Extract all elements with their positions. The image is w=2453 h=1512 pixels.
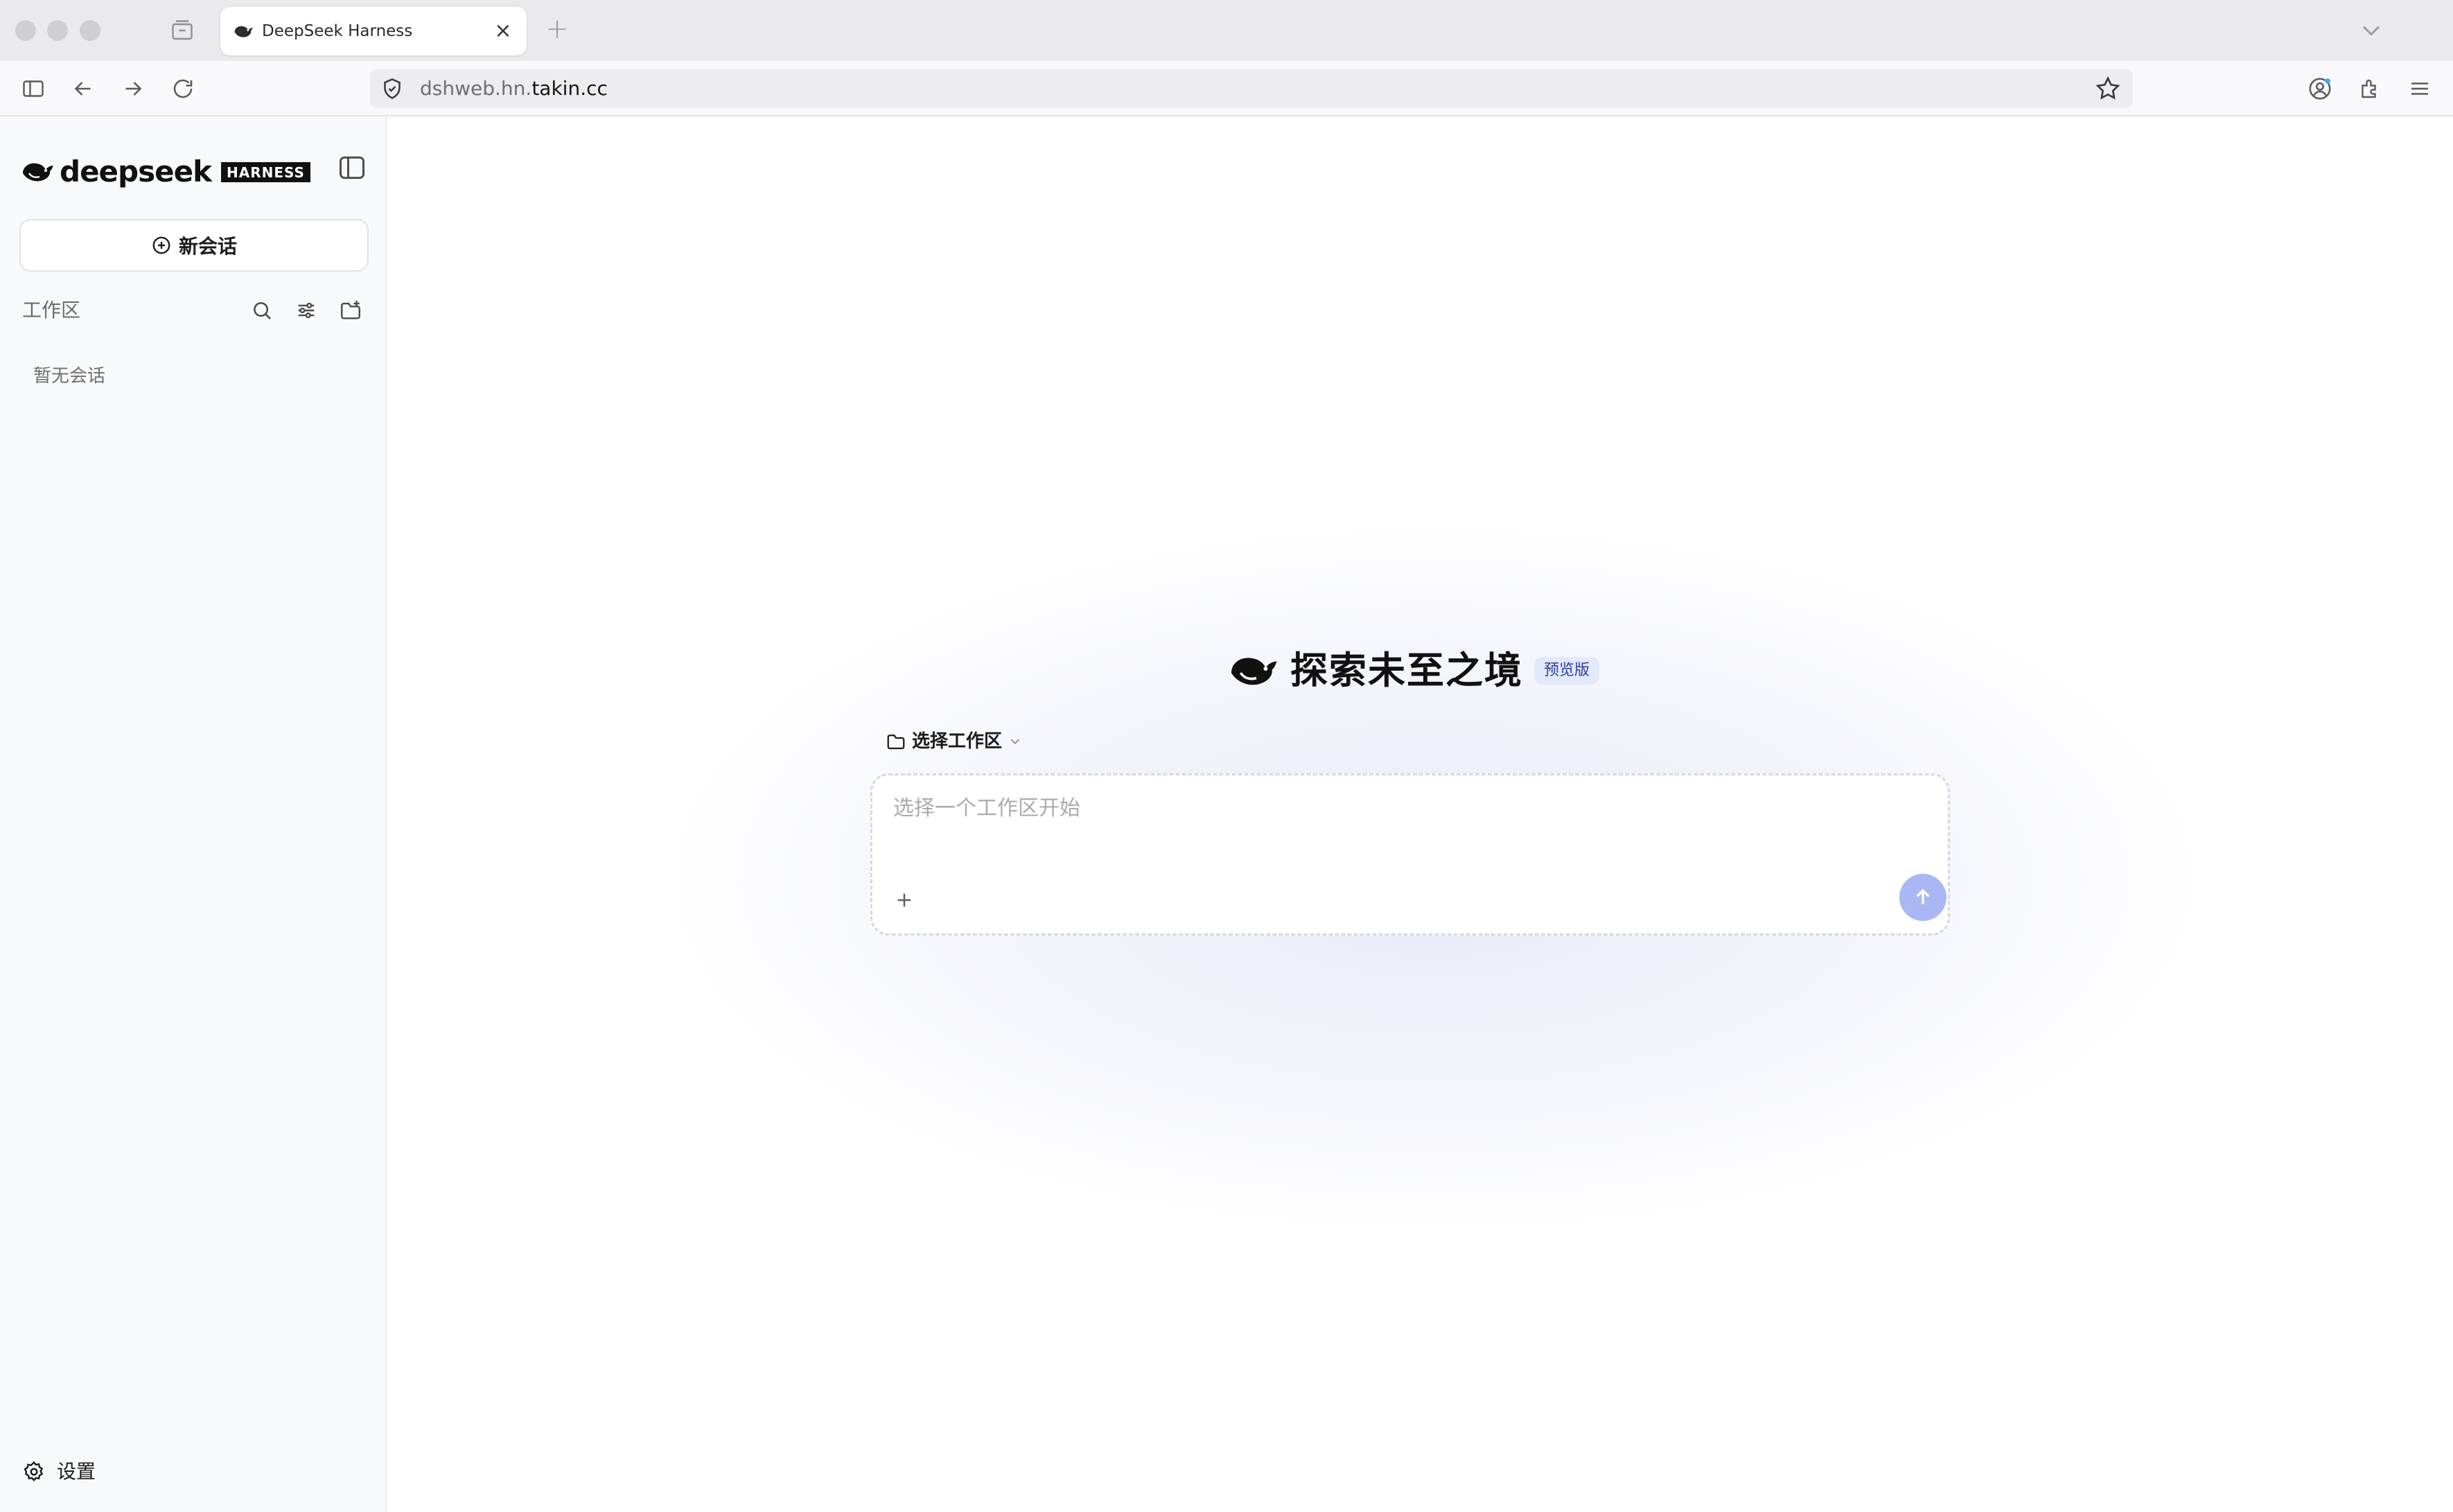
preview-badge: 预览版 [1534,657,1600,685]
workspace-section-label: 工作区 [22,299,81,322]
forward-arrow-icon[interactable] [118,73,148,104]
filter-sliders-icon[interactable] [292,297,320,324]
menu-icon[interactable] [2404,73,2435,104]
settings-label: 设置 [57,1460,96,1483]
message-input[interactable] [893,791,1919,825]
url-text: dshweb.hn.takin.cc [420,78,608,100]
brand-name: deepseek [60,155,212,188]
attach-plus-icon[interactable] [888,884,921,917]
brand-logo: deepseek HARNESS [21,155,310,188]
settings-button[interactable]: 设置 [22,1459,96,1484]
arrow-up-icon [1916,888,1930,904]
account-icon[interactable] [2305,73,2335,104]
url-prefix: dshweb.hn. [420,77,532,100]
window-minimize-button[interactable] [47,20,68,41]
address-bar[interactable]: dshweb.hn.takin.cc [370,69,2133,108]
extensions-icon[interactable] [2355,73,2385,104]
reload-icon[interactable] [168,73,198,104]
sidebar: deepseek HARNESS 新会话 工作区 暂无会话 设置 [0,116,387,1512]
chevron-down-icon[interactable] [2356,15,2386,46]
window-zoom-button[interactable] [80,20,100,41]
search-icon[interactable] [248,297,276,324]
browser-tab-strip: DeepSeek Harness × + [0,0,2453,61]
workspace-select-label: 选择工作区 [912,731,1003,752]
deepseek-whale-icon [1231,658,1277,685]
send-button[interactable] [1899,874,1946,921]
browser-nav-bar: dshweb.hn.takin.cc [0,61,2453,116]
main-content: 探索未至之境 预览版 选择工作区 [388,116,2453,1512]
deepseek-whale-icon [23,163,53,182]
back-arrow-icon[interactable] [68,73,98,104]
bookmark-star-icon[interactable] [2094,75,2122,103]
new-chat-button[interactable]: 新会话 [19,219,369,272]
brand-badge: HARNESS [221,161,310,182]
hero-heading: 探索未至之境 预览版 [1228,643,1600,698]
gear-icon [24,1461,44,1482]
window-close-button[interactable] [15,20,36,41]
tab-overview-icon[interactable] [170,18,195,43]
message-composer [870,773,1950,935]
tab-title: DeepSeek Harness [262,22,413,40]
sidebar-toggle-icon[interactable] [18,73,49,104]
plus-circle-icon [152,236,170,254]
url-host: takin.cc [531,77,608,100]
shield-icon[interactable] [380,76,405,101]
tab-close-icon[interactable]: × [489,17,517,45]
folder-icon [887,735,905,750]
hero-title: 探索未至之境 [1290,649,1523,692]
new-chat-label: 新会话 [178,235,237,258]
deepseek-favicon-icon [234,26,253,37]
empty-conversations-label: 暂无会话 [33,366,106,387]
workspace-select[interactable]: 选择工作区 [886,728,1023,755]
add-folder-icon[interactable] [337,297,364,324]
tab-deepseek-harness[interactable]: DeepSeek Harness × [220,7,527,55]
new-tab-button[interactable]: + [542,14,572,44]
chevron-down-icon [1010,739,1020,745]
collapse-sidebar-icon[interactable] [337,152,367,183]
